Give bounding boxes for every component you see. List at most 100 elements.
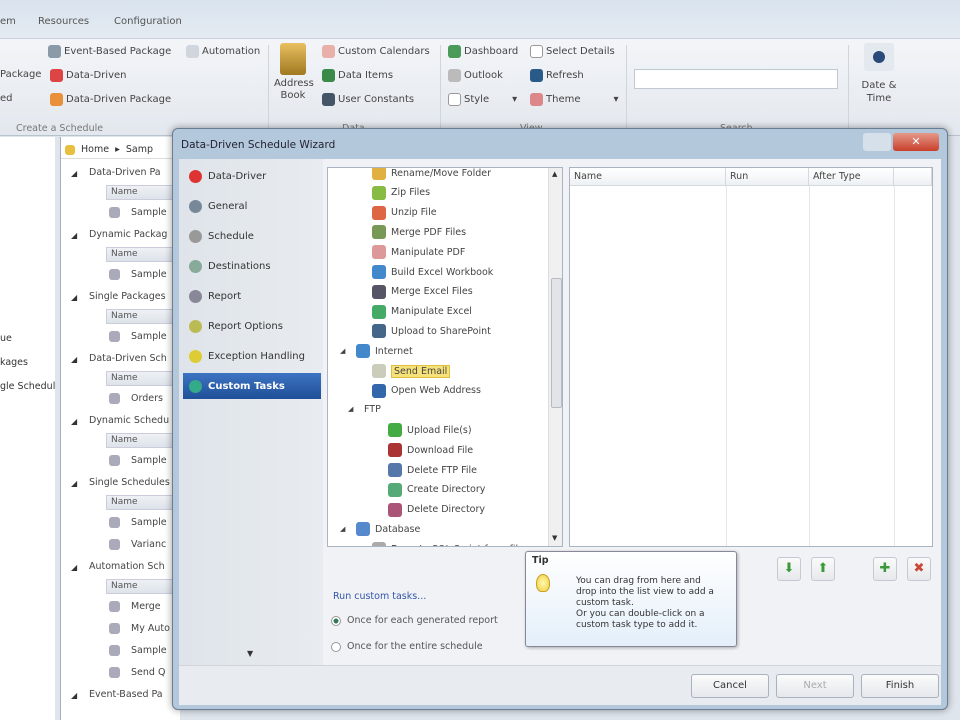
section-header[interactable]: Dynamic Schedu [89,415,169,426]
section-header[interactable]: Single Schedules [89,477,170,488]
cancel-button[interactable]: Cancel [691,674,769,698]
theme-dropdown[interactable]: Theme ▾ [530,93,619,106]
wizard-step-exception-handling[interactable]: Exception Handling [183,343,321,369]
data-items-button[interactable]: Data Items [322,69,393,82]
select-details-button[interactable]: Select Details [530,45,615,58]
date-time-button[interactable]: Date & Time [856,43,902,105]
section-header[interactable]: Data-Driven Pa [89,167,161,178]
section-header[interactable]: Dynamic Packag [89,229,167,240]
list-item[interactable]: Sample [131,269,167,280]
tree-item[interactable]: Merge Excel Files [372,284,473,299]
expand-icon[interactable]: ◢ [348,405,353,413]
tree-item[interactable]: Unzip File [372,205,437,220]
more-steps-icon[interactable]: ▼ [247,649,253,658]
tree-item[interactable]: Manipulate PDF [372,245,465,260]
refresh-button[interactable]: Refresh [530,69,584,82]
tree-scrollbar[interactable]: ▲ ▼ [548,168,562,546]
wizard-step-destinations[interactable]: Destinations [183,253,321,279]
wizard-step-report[interactable]: Report [183,283,321,309]
custom-task-tree[interactable]: Rename/Move Folder Zip Files Unzip File Mer… [327,167,563,547]
wizard-step-schedule[interactable]: Schedule [183,223,321,249]
collapse-icon[interactable]: ◢ [71,417,79,426]
tree-item[interactable]: Open Web Address [372,383,481,398]
list-item[interactable]: Sample [131,207,167,218]
remove-task-button[interactable]: ✖ [907,557,931,581]
section-header[interactable]: Single Packages [89,291,166,302]
collapse-icon[interactable]: ◢ [71,231,79,240]
move-up-button[interactable]: ⬆ [811,557,835,581]
collapse-icon[interactable]: ◢ [71,563,79,572]
collapse-icon[interactable]: ◢ [71,169,79,178]
column-header-after-type[interactable]: After Type [809,168,894,186]
tree-item[interactable]: Create Directory [388,482,485,497]
radio-once-per-report[interactable]: Once for each generated report [331,615,498,626]
collapse-icon[interactable]: ◢ [71,355,79,364]
task-list-view[interactable]: Name Run After Type [569,167,933,547]
section-header[interactable]: Data-Driven Sch [89,353,167,364]
nav-item[interactable]: gle Schedul [0,381,55,392]
breadcrumb-item[interactable]: Samp [126,144,153,155]
tab-resources[interactable]: Resources [38,16,89,27]
tree-item[interactable]: Merge PDF Files [372,225,466,240]
move-down-button[interactable]: ⬇ [777,557,801,581]
tree-item[interactable]: Manipulate Excel [372,304,472,319]
outlook-button[interactable]: Outlook [448,69,503,82]
collapse-icon[interactable]: ◢ [71,691,79,700]
tree-item[interactable]: ◢ FTP [348,404,381,415]
column-header-name[interactable]: Name [570,168,726,186]
search-input[interactable] [634,69,838,89]
name-column-header[interactable]: Name [106,495,181,510]
wizard-step-data-driver[interactable]: Data-Driver [183,163,321,189]
automation-button[interactable]: Automation [186,45,260,58]
wizard-step-report-options[interactable]: Report Options [183,313,321,339]
radio-button[interactable] [331,641,341,652]
tree-item[interactable]: Delete Directory [388,502,485,517]
list-item[interactable]: Sample [131,645,167,656]
tree-item[interactable]: Upload to SharePoint [372,324,491,339]
tree-item[interactable]: ◢ Internet [340,344,413,359]
expand-icon[interactable]: ◢ [340,347,345,355]
custom-calendars-button[interactable]: Custom Calendars [322,45,430,58]
name-column-header[interactable]: Name [106,371,181,386]
data-driven-package-button[interactable]: Data-Driven Package [50,93,171,106]
list-item[interactable]: Sample [131,455,167,466]
add-task-button[interactable]: ✚ [873,557,897,581]
tree-item[interactable]: Upload File(s) [388,423,472,438]
list-item[interactable]: Sample [131,331,167,342]
scroll-thumb[interactable] [551,278,562,408]
name-column-header[interactable]: Name [106,433,181,448]
name-column-header[interactable]: Name [106,185,181,200]
tree-item[interactable]: ◢ Database [340,522,420,537]
address-book-button[interactable]: Address Book [274,43,314,102]
tree-item[interactable]: Download File [388,443,473,458]
package-button[interactable]: Package [0,69,41,80]
name-column-header[interactable]: Name [106,309,181,324]
scheduled-button[interactable]: ed [0,93,13,104]
collapse-icon[interactable]: ◢ [71,479,79,488]
expand-icon[interactable]: ◢ [340,525,345,533]
nav-item[interactable]: kages [0,357,28,368]
finish-button[interactable]: Finish [861,674,939,698]
style-dropdown[interactable]: Style ▾ [448,93,517,106]
tree-item[interactable]: Execute SQL Script from file [372,542,524,546]
scroll-up-icon[interactable]: ▲ [552,170,557,178]
name-column-header[interactable]: Name [106,247,181,262]
name-column-header[interactable]: Name [106,579,181,594]
tree-item[interactable]: Build Excel Workbook [372,265,493,279]
scroll-down-icon[interactable]: ▼ [552,534,557,542]
user-constants-button[interactable]: User Constants [322,93,414,106]
section-header[interactable]: Automation Sch [89,561,165,572]
list-item[interactable]: Orders [131,393,163,404]
next-button[interactable]: Next [776,674,854,698]
tree-item[interactable]: Zip Files [372,185,430,200]
event-based-package-button[interactable]: Event-Based Package [48,45,171,58]
data-driven-button[interactable]: Data-Driven [50,69,126,82]
list-item[interactable]: Varianc [131,539,166,550]
tree-item[interactable]: Rename/Move Folder [372,168,491,180]
dashboard-button[interactable]: Dashboard [448,45,518,58]
list-item[interactable]: Sample [131,517,167,528]
breadcrumb-home[interactable]: Home [81,144,109,155]
tree-item[interactable]: Delete FTP File [388,463,477,477]
tab-items[interactable]: em [0,16,16,27]
list-item[interactable]: Send Q [131,667,165,678]
